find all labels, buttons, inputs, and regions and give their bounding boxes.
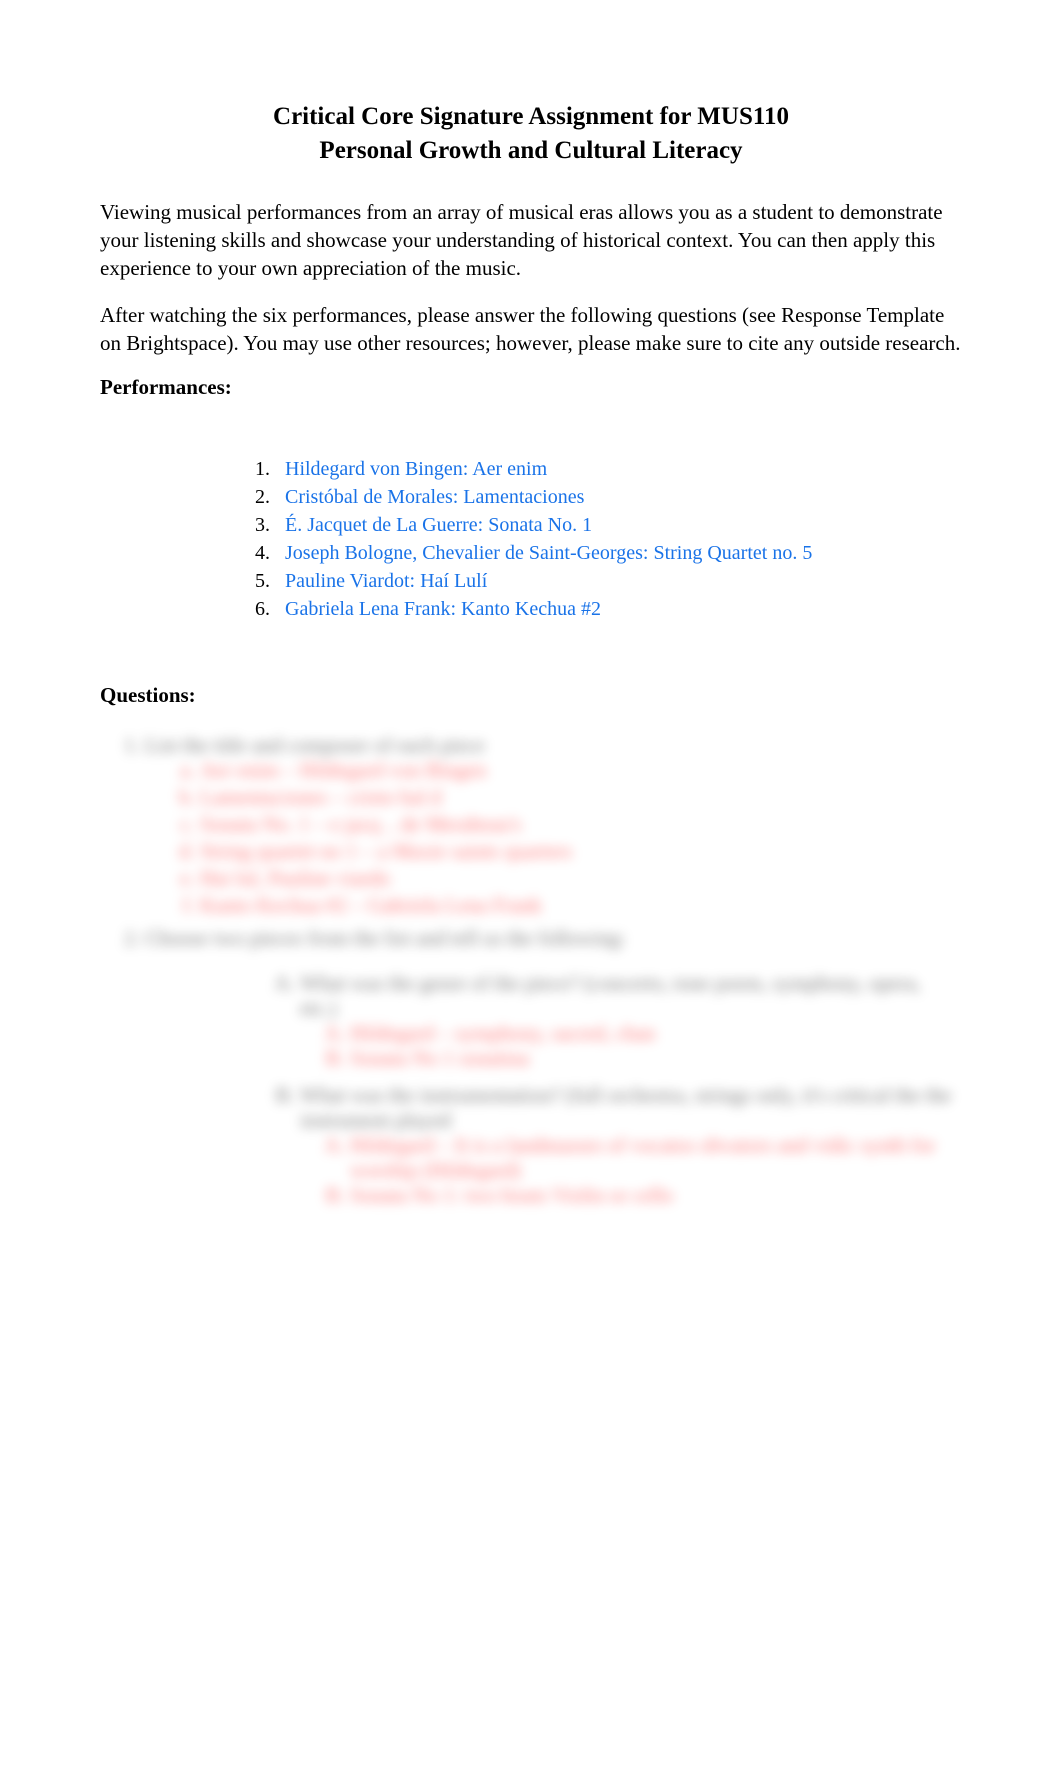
performance-item-5: Pauline Viardot: Haí Lulí xyxy=(275,567,962,595)
q2b-answer-1: Hildegard – It is a landmasses of vocato… xyxy=(350,1133,962,1183)
question-2-prompt: Choose two pieces from the list and tell… xyxy=(145,926,626,950)
q2-sub-b: What was the instrumentation? (full orch… xyxy=(300,1083,962,1208)
performances-list: Hildegard von Bingen: Aer enim Cristóbal… xyxy=(275,455,962,623)
q2-sub-a-prompt: What was the genre of the piece? (concer… xyxy=(300,971,921,1020)
blurred-content-region: List the title and composer of each piec… xyxy=(100,733,962,1208)
question-1: List the title and composer of each piec… xyxy=(145,733,962,918)
q1-answer-a: Aer enim – Hildegard von Bingen xyxy=(200,758,962,783)
q1-answer-b: Lamentaciones – cristo bal d xyxy=(200,785,962,810)
q2-sub-a-answers: Hildegard – symphony, sacred, chan Sonat… xyxy=(350,1021,962,1071)
q2a-answer-1: Hildegard – symphony, sacred, chan xyxy=(350,1021,962,1046)
performance-link-1[interactable]: Hildegard von Bingen: Aer enim xyxy=(285,458,547,480)
question-1-answers: Aer enim – Hildegard von Bingen Lamentac… xyxy=(200,758,962,918)
q1-answer-d: String quartet no 1 – a Maxie saints qua… xyxy=(200,839,962,864)
performance-item-1: Hildegard von Bingen: Aer enim xyxy=(275,455,962,483)
q2-sub-b-prompt: What was the instrumentation? (full orch… xyxy=(300,1083,952,1132)
q2a-answer-2: Sonata No 1 sonatina xyxy=(350,1046,962,1071)
intro-paragraph-1: Viewing musical performances from an arr… xyxy=(100,198,962,283)
q2-sub-a: What was the genre of the piece? (concer… xyxy=(300,971,962,1071)
performance-link-6[interactable]: Gabriela Lena Frank: Kanto Kechua #2 xyxy=(285,598,601,620)
performance-link-4[interactable]: Joseph Bologne, Chevalier de Saint-Georg… xyxy=(285,542,812,564)
performance-item-6: Gabriela Lena Frank: Kanto Kechua #2 xyxy=(275,595,962,623)
performance-link-3[interactable]: É. Jacquet de La Guerre: Sonata No. 1 xyxy=(285,514,592,536)
performances-heading: Performances: xyxy=(100,375,962,400)
q1-answer-c: Sonata No. 1 – e jacq .. de Merabeau's xyxy=(200,812,962,837)
performance-item-4: Joseph Bologne, Chevalier de Saint-Georg… xyxy=(275,539,962,567)
performance-item-2: Cristóbal de Morales: Lamentaciones xyxy=(275,483,962,511)
intro-paragraph-2: After watching the six performances, ple… xyxy=(100,301,962,358)
q2-sub-b-answers: Hildegard – It is a landmasses of vocato… xyxy=(350,1133,962,1208)
questions-list: List the title and composer of each piec… xyxy=(145,733,962,1208)
title-line-2: Personal Growth and Cultural Literacy xyxy=(100,134,962,168)
performance-item-3: É. Jacquet de La Guerre: Sonata No. 1 xyxy=(275,511,962,539)
title-block: Critical Core Signature Assignment for M… xyxy=(100,100,962,168)
questions-heading: Questions: xyxy=(100,683,962,708)
q2b-answer-2: Sonata No 1: two bouts Violin or cello xyxy=(350,1183,962,1208)
title-line-1: Critical Core Signature Assignment for M… xyxy=(100,100,962,134)
question-2: Choose two pieces from the list and tell… xyxy=(145,926,962,1208)
question-2-subprompts: What was the genre of the piece? (concer… xyxy=(300,971,962,1208)
q1-answer-f: Kanto Kechua #2 – Gabriela Lena Frank xyxy=(200,893,962,918)
performance-link-5[interactable]: Pauline Viardot: Haí Lulí xyxy=(285,570,487,592)
question-1-prompt: List the title and composer of each piec… xyxy=(145,733,485,757)
q1-answer-e: Hai lul, Pauline viardo xyxy=(200,866,962,891)
performance-link-2[interactable]: Cristóbal de Morales: Lamentaciones xyxy=(285,486,584,508)
